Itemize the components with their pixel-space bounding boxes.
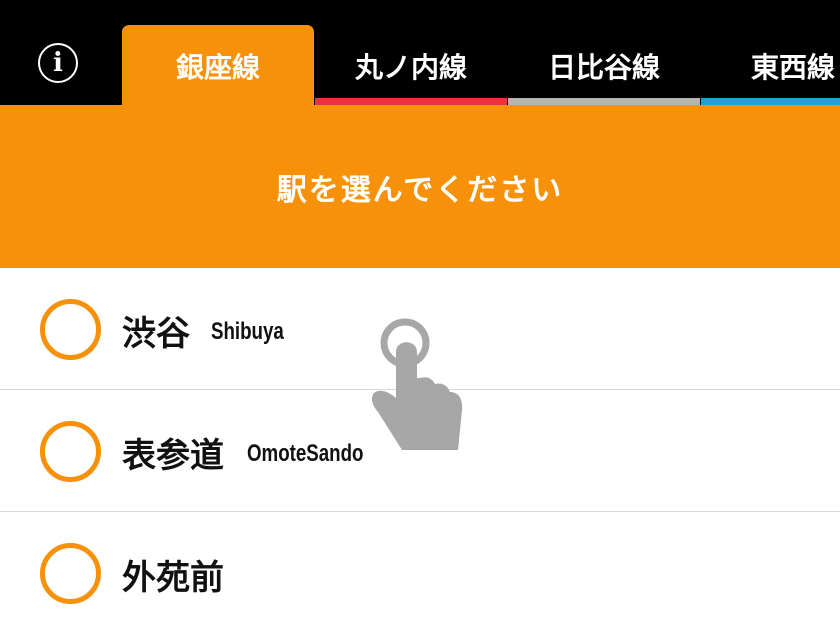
top-bar: i 銀座線 丸ノ内線 日比谷線 東西線 — [0, 0, 840, 105]
station-row-gaienmae[interactable]: 外苑前 — [0, 512, 840, 633]
line-color-bar — [701, 98, 840, 105]
station-name-en: OmoteSando — [247, 440, 364, 467]
info-glyph: i — [53, 48, 63, 78]
tab-label: 丸ノ内線 — [354, 51, 467, 84]
station-name-jp: 外苑前 — [122, 558, 224, 598]
instruction-banner: 駅を選んでください — [0, 105, 840, 268]
line-color-bar — [508, 98, 700, 105]
tab-hibiya-line[interactable]: 日比谷線 — [508, 25, 700, 105]
line-color-bar — [315, 98, 507, 105]
tab-marunouchi-line[interactable]: 丸ノ内線 — [315, 25, 507, 105]
station-name-en: Shibuya — [211, 318, 284, 345]
tap-hand-icon — [371, 318, 463, 450]
radio-button[interactable] — [40, 299, 101, 360]
instruction-text: 駅を選んでください — [276, 172, 564, 208]
tab-ginza-line[interactable]: 銀座線 — [122, 25, 314, 105]
station-name-jp: 表参道 — [122, 436, 224, 476]
radio-button[interactable] — [40, 543, 101, 604]
tab-tozai-line[interactable]: 東西線 — [701, 25, 840, 105]
radio-button[interactable] — [40, 421, 101, 482]
tab-label: 東西線 — [751, 51, 836, 84]
station-name-jp: 渋谷 — [122, 314, 190, 354]
tab-label: 銀座線 — [175, 51, 260, 84]
tab-label: 日比谷線 — [547, 51, 660, 84]
info-icon[interactable]: i — [38, 43, 78, 83]
